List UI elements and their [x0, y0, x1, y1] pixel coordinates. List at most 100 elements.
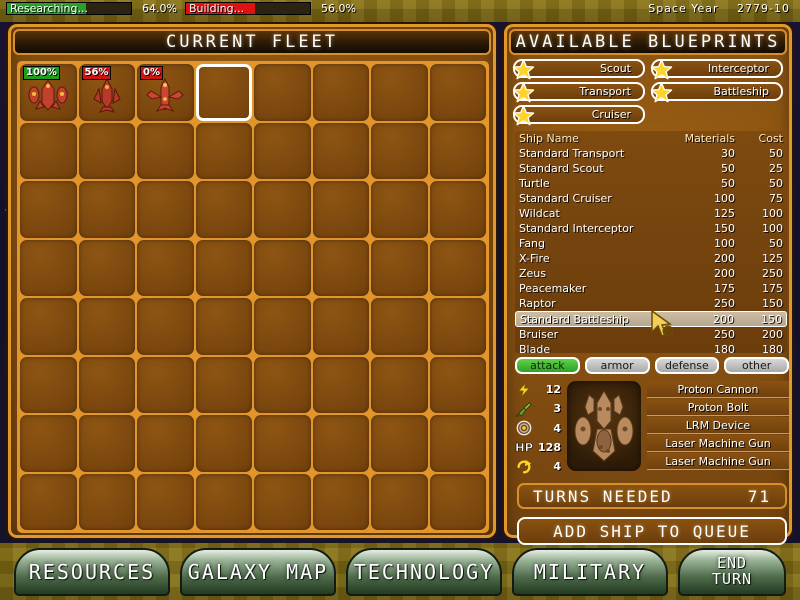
- blueprint-category-interceptor[interactable]: Interceptor: [651, 59, 783, 78]
- fleet-cell[interactable]: [254, 123, 311, 180]
- stat-tab-attack[interactable]: attack: [515, 357, 580, 374]
- fleet-cell[interactable]: [137, 181, 194, 238]
- fleet-cell[interactable]: [371, 64, 428, 121]
- fleet-cell[interactable]: [254, 240, 311, 297]
- fleet-cell[interactable]: [196, 298, 253, 355]
- fleet-cell[interactable]: 56%: [79, 64, 136, 121]
- fleet-cell[interactable]: [20, 415, 77, 472]
- fleet-cell[interactable]: [254, 181, 311, 238]
- blueprint-row[interactable]: Standard Interceptor150100: [515, 221, 787, 236]
- fleet-cell[interactable]: [20, 181, 77, 238]
- fleet-cell[interactable]: [430, 357, 487, 414]
- fleet-cell[interactable]: [137, 415, 194, 472]
- fleet-cell[interactable]: [196, 181, 253, 238]
- fleet-cell[interactable]: [79, 181, 136, 238]
- fleet-cell[interactable]: [430, 240, 487, 297]
- blueprint-cost: 250: [735, 267, 783, 280]
- fleet-cell[interactable]: [20, 474, 77, 531]
- nav-military-button[interactable]: MILITARY: [512, 548, 668, 596]
- fleet-cell[interactable]: [254, 357, 311, 414]
- blueprint-row[interactable]: Standard Scout5025: [515, 161, 787, 176]
- stat-tab-defense[interactable]: defense: [655, 357, 720, 374]
- fleet-cell[interactable]: [137, 474, 194, 531]
- ship-stat-row: 4: [515, 420, 561, 437]
- fleet-cell[interactable]: [79, 298, 136, 355]
- fleet-cell[interactable]: [313, 123, 370, 180]
- blueprint-row[interactable]: Turtle5050: [515, 176, 787, 191]
- fleet-cell-selected[interactable]: [196, 64, 253, 121]
- blueprint-row-selected[interactable]: Standard Battleship200150: [515, 311, 787, 327]
- fleet-cell[interactable]: [20, 240, 77, 297]
- add-ship-to-queue-button[interactable]: ADD SHIP TO QUEUE: [517, 517, 787, 545]
- fleet-cell[interactable]: [313, 64, 370, 121]
- fleet-cell[interactable]: [79, 123, 136, 180]
- blueprint-row[interactable]: Wildcat125100: [515, 206, 787, 221]
- blueprint-row[interactable]: Standard Transport3050: [515, 146, 787, 161]
- fleet-cell[interactable]: [137, 240, 194, 297]
- fleet-cell[interactable]: [371, 415, 428, 472]
- blueprint-category-cruiser[interactable]: Cruiser: [513, 105, 645, 124]
- fleet-cell[interactable]: [79, 357, 136, 414]
- fleet-cell[interactable]: [313, 240, 370, 297]
- fleet-cell[interactable]: [430, 64, 487, 121]
- blueprint-row[interactable]: Raptor250150: [515, 296, 787, 311]
- nav-technology-button[interactable]: TECHNOLOGY: [346, 548, 502, 596]
- fleet-cell[interactable]: [254, 298, 311, 355]
- fleet-cell[interactable]: [254, 474, 311, 531]
- blueprint-row[interactable]: Peacemaker175175: [515, 281, 787, 296]
- fleet-cell[interactable]: [371, 474, 428, 531]
- fleet-cell[interactable]: [430, 474, 487, 531]
- fleet-cell[interactable]: [254, 64, 311, 121]
- blueprint-row[interactable]: X-Fire200125: [515, 251, 787, 266]
- fleet-cell[interactable]: [430, 181, 487, 238]
- fleet-cell[interactable]: [20, 298, 77, 355]
- fleet-cell[interactable]: [313, 298, 370, 355]
- nav-galaxy-map-button[interactable]: GALAXY MAP: [180, 548, 336, 596]
- fleet-cell[interactable]: [20, 357, 77, 414]
- blueprint-category-scout[interactable]: Scout: [513, 59, 645, 78]
- stat-tab-other[interactable]: other: [724, 357, 789, 374]
- fleet-cell[interactable]: [79, 415, 136, 472]
- fleet-cell[interactable]: 100%: [20, 64, 77, 121]
- fleet-cell[interactable]: [196, 123, 253, 180]
- blueprint-row[interactable]: Blade180180: [515, 342, 787, 353]
- fleet-cell[interactable]: [430, 123, 487, 180]
- fleet-cell[interactable]: [196, 474, 253, 531]
- fleet-cell[interactable]: [137, 123, 194, 180]
- blueprint-category-battleship[interactable]: Battleship: [651, 82, 783, 101]
- fleet-cell[interactable]: [430, 415, 487, 472]
- blueprint-ship-list[interactable]: Ship NameMaterialsCostStandard Transport…: [515, 131, 787, 353]
- fleet-cell[interactable]: [371, 123, 428, 180]
- fleet-cell[interactable]: [313, 415, 370, 472]
- fleet-ship-health-badge: 100%: [23, 66, 60, 80]
- fleet-cell[interactable]: [196, 240, 253, 297]
- fleet-cell[interactable]: [313, 181, 370, 238]
- fleet-cell[interactable]: [313, 474, 370, 531]
- stat-tab-armor[interactable]: armor: [585, 357, 650, 374]
- blueprint-row[interactable]: Bruiser250200: [515, 327, 787, 342]
- blueprint-row[interactable]: Zeus200250: [515, 266, 787, 281]
- fleet-cell[interactable]: [371, 298, 428, 355]
- fleet-cell[interactable]: [137, 298, 194, 355]
- fleet-cell[interactable]: [371, 240, 428, 297]
- blueprint-row[interactable]: Standard Cruiser10075: [515, 191, 787, 206]
- fleet-cell[interactable]: [137, 357, 194, 414]
- nav-end-turn-button[interactable]: END TURN: [678, 548, 786, 596]
- fleet-grid[interactable]: 100% 56% 0%: [17, 61, 489, 533]
- nav-resources-button[interactable]: RESOURCES: [14, 548, 170, 596]
- fleet-cell[interactable]: [20, 123, 77, 180]
- fleet-cell[interactable]: [371, 181, 428, 238]
- fleet-cell[interactable]: [313, 357, 370, 414]
- fleet-cell[interactable]: [79, 240, 136, 297]
- blueprint-row[interactable]: Fang10050: [515, 236, 787, 251]
- fleet-cell[interactable]: [196, 357, 253, 414]
- fleet-ship-health-badge: 0%: [140, 66, 163, 80]
- star-icon: [512, 104, 535, 127]
- fleet-cell[interactable]: [430, 298, 487, 355]
- blueprint-category-transport[interactable]: Transport: [513, 82, 645, 101]
- fleet-cell[interactable]: [196, 415, 253, 472]
- fleet-cell[interactable]: [254, 415, 311, 472]
- fleet-cell[interactable]: [371, 357, 428, 414]
- fleet-cell[interactable]: 0%: [137, 64, 194, 121]
- fleet-cell[interactable]: [79, 474, 136, 531]
